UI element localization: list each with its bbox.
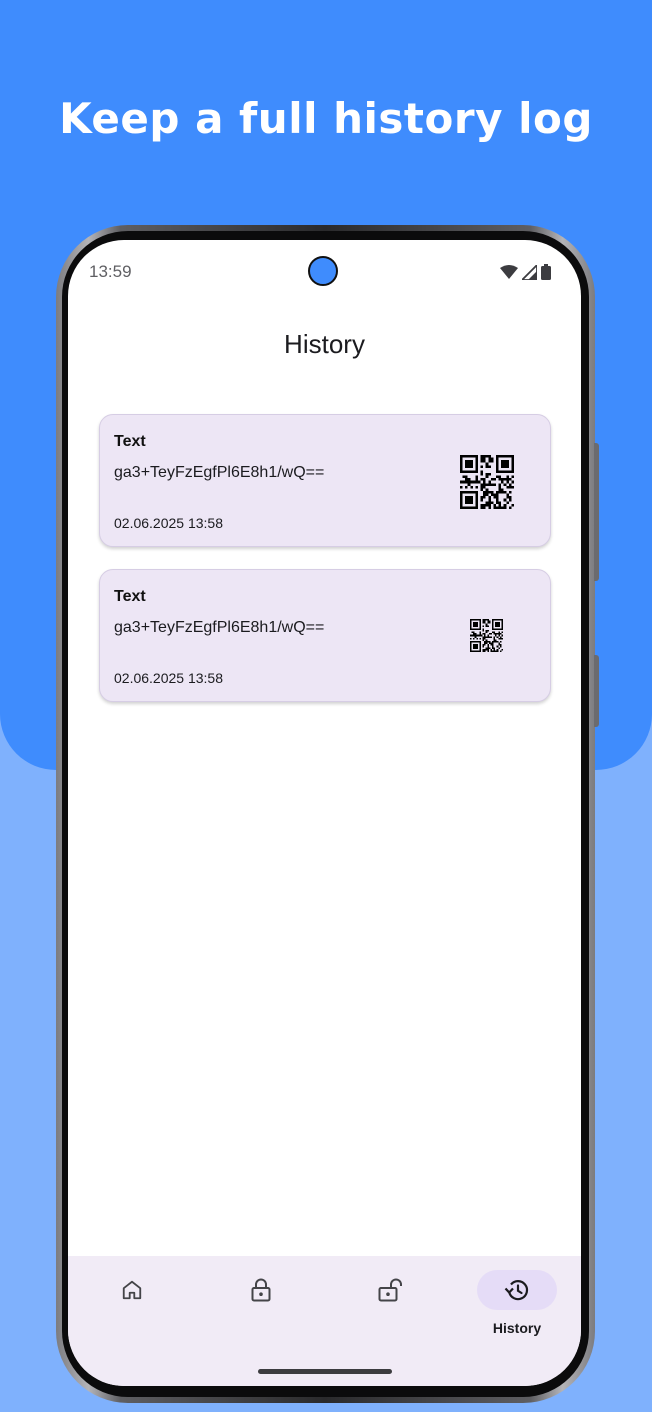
- nav-item-encrypt[interactable]: [221, 1270, 301, 1350]
- nav-label-history: History: [492, 1320, 542, 1336]
- history-icon: [504, 1280, 529, 1301]
- nav-pill: [92, 1270, 172, 1310]
- front-camera: [308, 256, 338, 286]
- page-title: History: [284, 329, 365, 359]
- qr-code-icon: [470, 619, 503, 652]
- wifi-icon: [500, 265, 518, 279]
- app-screen: 13:59 History Text ga3+TeyFzEgfPl6E8h1/w…: [68, 240, 581, 1386]
- status-time: 13:59: [89, 262, 132, 281]
- nav-pill: [350, 1270, 430, 1310]
- unlock-icon: [378, 1278, 402, 1302]
- nav-item-decrypt[interactable]: [350, 1270, 430, 1350]
- phone-frame: 13:59 History Text ga3+TeyFzEgfPl6E8h1/w…: [56, 225, 599, 1403]
- cellular-signal-icon: [522, 264, 537, 280]
- history-item-value: ga3+TeyFzEgfPl6E8h1/wQ==: [114, 464, 325, 481]
- status-icons: [500, 264, 551, 280]
- history-item-type: Text: [114, 588, 146, 605]
- history-item-date: 02.06.2025 13:58: [114, 515, 223, 531]
- lock-icon: [251, 1278, 271, 1302]
- history-item-value: ga3+TeyFzEgfPl6E8h1/wQ==: [114, 619, 325, 636]
- nav-item-history[interactable]: History: [477, 1270, 557, 1350]
- phone-power-button: [594, 655, 599, 727]
- history-card[interactable]: Text ga3+TeyFzEgfPl6E8h1/wQ== 02.06.2025…: [99, 569, 551, 702]
- battery-icon: [541, 264, 551, 280]
- qr-code-icon: [460, 455, 514, 509]
- nav-pill: [221, 1270, 301, 1310]
- home-icon: [122, 1280, 142, 1300]
- history-item-date: 02.06.2025 13:58: [114, 670, 223, 686]
- nav-item-home[interactable]: [92, 1270, 172, 1350]
- bottom-navigation: History: [68, 1256, 581, 1386]
- history-list: Text ga3+TeyFzEgfPl6E8h1/wQ== 02.06.2025…: [99, 414, 551, 724]
- history-card[interactable]: Text ga3+TeyFzEgfPl6E8h1/wQ== 02.06.2025…: [99, 414, 551, 547]
- phone-volume-button: [594, 443, 599, 581]
- history-item-type: Text: [114, 433, 146, 450]
- promo-headline: Keep a full history log: [59, 94, 593, 143]
- gesture-home-indicator[interactable]: [258, 1369, 392, 1374]
- nav-pill-active: [477, 1270, 557, 1310]
